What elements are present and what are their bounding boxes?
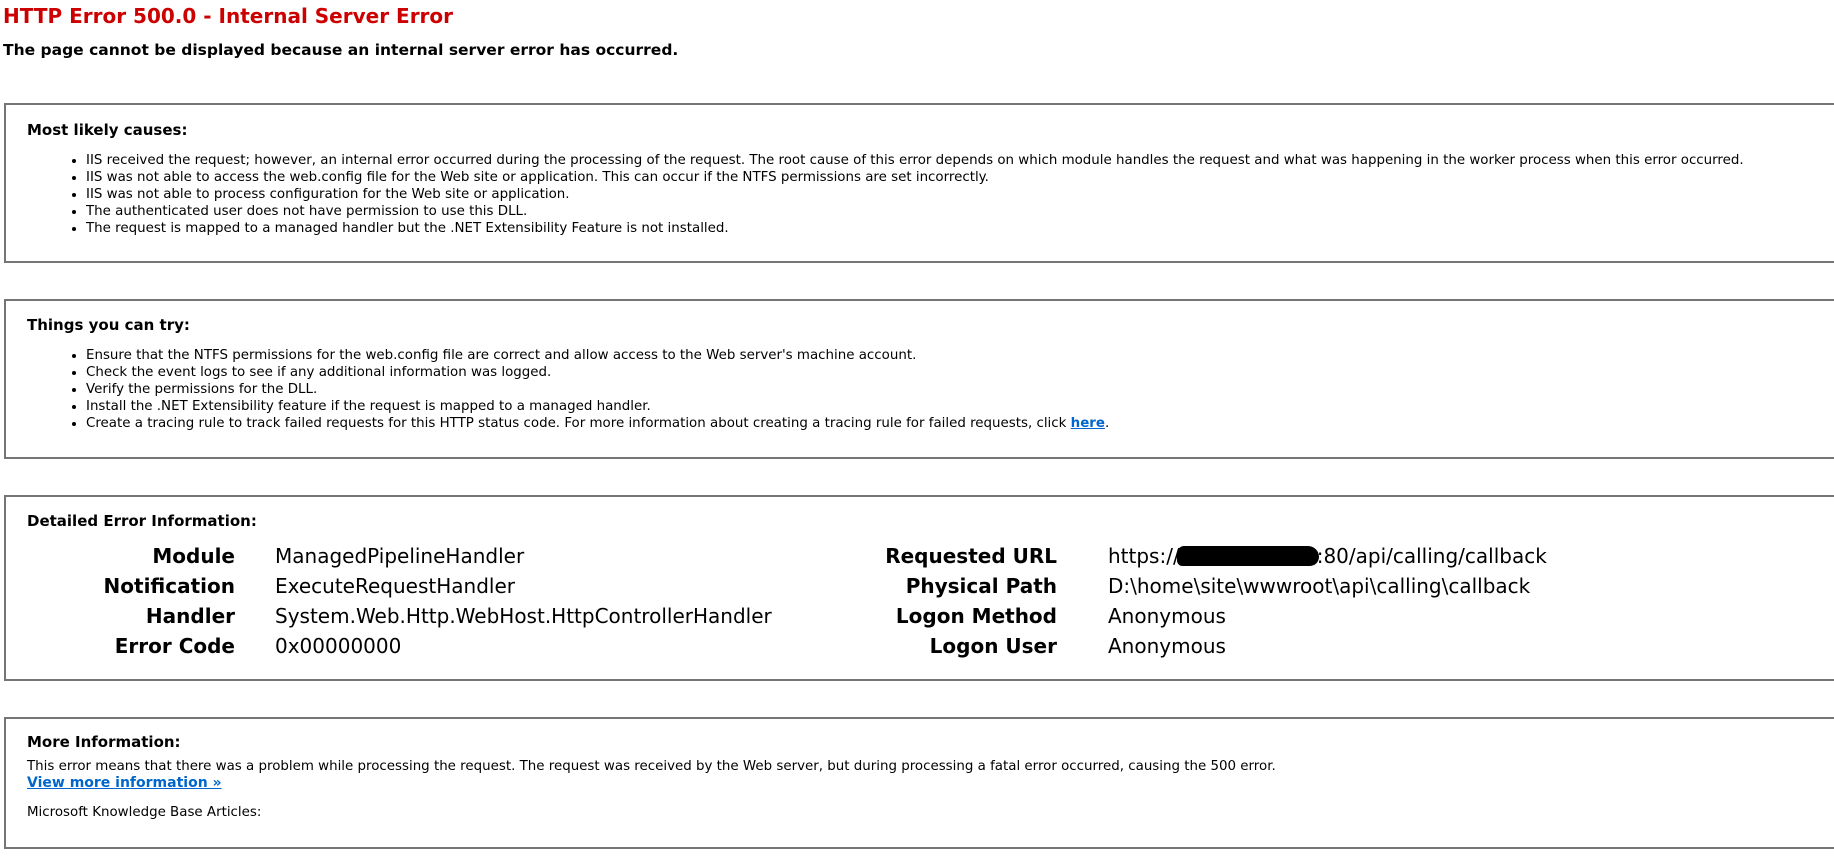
details-row: Handler System.Web.Http.WebHost.HttpCont…	[6, 601, 1834, 631]
more-info-text: This error means that there was a proble…	[27, 759, 1276, 774]
module-value: ManagedPipelineHandler	[275, 544, 525, 568]
cause-item: The request is mapped to a managed handl…	[86, 220, 1744, 237]
causes-list: IIS received the request; however, an in…	[61, 152, 1744, 237]
try-item: Verify the permissions for the DLL.	[86, 381, 1109, 398]
logon-method-label: Logon Method	[895, 604, 1057, 628]
details-row: Module ManagedPipelineHandler Requested …	[6, 541, 1834, 571]
try-heading: Things you can try:	[27, 316, 190, 334]
handler-value: System.Web.Http.WebHost.HttpControllerHa…	[275, 604, 772, 628]
url-suffix: :80/api/calling/callback	[1316, 544, 1547, 568]
cause-item: IIS received the request; however, an in…	[86, 152, 1744, 169]
try-item: Check the event logs to see if any addit…	[86, 364, 1109, 381]
page-title: HTTP Error 500.0 - Internal Server Error	[3, 4, 454, 28]
physical-path-value: D:\home\site\wwwroot\api\calling\callbac…	[1108, 574, 1531, 598]
causes-section: Most likely causes: IIS received the req…	[4, 103, 1834, 263]
logon-user-label: Logon User	[929, 634, 1057, 658]
requested-url-label: Requested URL	[885, 544, 1057, 568]
details-row: Error Code 0x00000000 Logon User Anonymo…	[6, 631, 1834, 661]
try-item: Ensure that the NTFS permissions for the…	[86, 347, 1109, 364]
tracing-end: .	[1104, 416, 1110, 431]
error-code-label: Error Code	[114, 634, 235, 658]
tracing-text: Create a tracing rule to track failed re…	[86, 416, 1071, 431]
details-table: Module ManagedPipelineHandler Requested …	[6, 541, 1834, 661]
try-item: Install the .NET Extensibility feature i…	[86, 398, 1109, 415]
cause-item: IIS was not able to access the web.confi…	[86, 169, 1744, 186]
requested-url-value: https:// :80/api/calling/callback	[1108, 541, 1547, 571]
module-label: Module	[152, 544, 235, 568]
redaction-mark	[1176, 546, 1319, 566]
details-heading: Detailed Error Information:	[27, 512, 257, 530]
try-list: Ensure that the NTFS permissions for the…	[61, 347, 1109, 432]
here-link[interactable]: here	[1071, 416, 1105, 431]
try-item-tracing: Create a tracing rule to track failed re…	[86, 415, 1109, 432]
logon-user-value: Anonymous	[1108, 634, 1226, 658]
notification-value: ExecuteRequestHandler	[275, 574, 515, 598]
physical-path-label: Physical Path	[905, 574, 1057, 598]
cause-item: The authenticated user does not have per…	[86, 203, 1744, 220]
more-info-heading: More Information:	[27, 733, 181, 751]
details-row: Notification ExecuteRequestHandler Physi…	[6, 571, 1834, 601]
more-info-section: More Information: This error means that …	[4, 717, 1834, 849]
notification-label: Notification	[103, 574, 235, 598]
error-code-value: 0x00000000	[275, 634, 402, 658]
view-more-link[interactable]: View more information »	[27, 775, 222, 791]
try-section: Things you can try: Ensure that the NTFS…	[4, 299, 1834, 459]
logon-method-value: Anonymous	[1108, 604, 1226, 628]
kb-articles-label: Microsoft Knowledge Base Articles:	[27, 805, 262, 820]
handler-label: Handler	[145, 604, 235, 628]
cause-item: IIS was not able to process configuratio…	[86, 186, 1744, 203]
causes-heading: Most likely causes:	[27, 121, 188, 139]
url-prefix: https://	[1108, 544, 1180, 568]
details-section: Detailed Error Information: Module Manag…	[4, 495, 1834, 681]
error-page: HTTP Error 500.0 - Internal Server Error…	[0, 0, 1834, 859]
page-subtitle: The page cannot be displayed because an …	[3, 41, 679, 59]
